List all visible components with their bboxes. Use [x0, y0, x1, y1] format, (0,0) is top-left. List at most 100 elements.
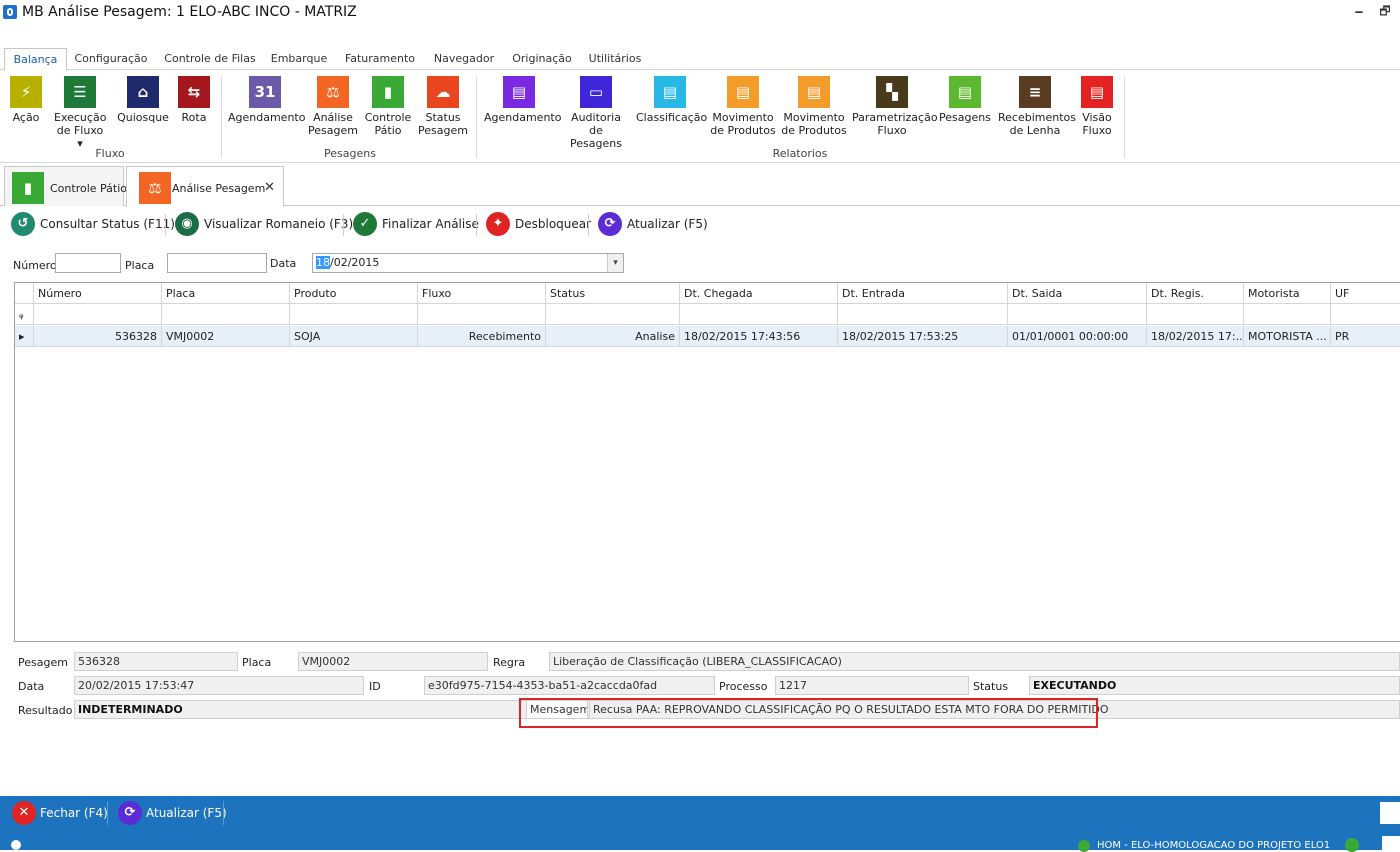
refresh-icon: ↺ — [11, 212, 35, 236]
group-divider — [221, 76, 222, 158]
ribbon-button-label: Movimento — [712, 111, 774, 124]
column-header[interactable]: Dt. Regis. — [1147, 283, 1244, 304]
column-filter-cell[interactable] — [290, 304, 418, 325]
desbloquear-button[interactable]: ✦ Desbloquear — [486, 212, 591, 236]
ribbon-button-pesagens-3[interactable]: ☁ Status Pesagem — [418, 76, 468, 137]
close-icon[interactable]: ✕ — [264, 180, 275, 195]
column-header[interactable]: Dt. Saida — [1008, 283, 1147, 304]
toolbar-divider — [476, 214, 477, 236]
data-detail-label: Data — [18, 680, 45, 693]
table-cell[interactable]: Analise — [546, 326, 680, 347]
tab-faturamento[interactable]: Faturamento — [343, 48, 417, 70]
doc-tab-analise-pesagem[interactable]: ⚖ Análise Pesagem ✕ — [126, 166, 284, 207]
icon-glyph: ▤ — [662, 83, 678, 101]
tab-navegador[interactable]: Navegador — [430, 48, 498, 70]
doc-tab-controle-patio[interactable]: ▮ Controle Pátio — [4, 166, 127, 206]
tab-utilitarios[interactable]: Utilitários — [587, 48, 643, 70]
ribbon-button-pesagens-0[interactable]: 31 Agendamento — [228, 76, 305, 124]
column-header[interactable]: Motorista — [1244, 283, 1331, 304]
chevron-down-icon[interactable]: ▾ — [607, 254, 623, 272]
ribbon-button-relatorios-6[interactable]: ▤ Pesagens — [938, 76, 992, 124]
tab-originacao[interactable]: Originação — [510, 48, 574, 70]
icon-glyph: ▭ — [588, 83, 604, 101]
button-label: Consultar Status (F11) — [40, 217, 175, 231]
row-marker-icon: ▸ — [15, 326, 34, 347]
lightning-icon: ⚡ — [10, 76, 42, 108]
column-filter-cell[interactable] — [1331, 304, 1400, 325]
consultar-status-button[interactable]: ↺ Consultar Status (F11) — [11, 212, 175, 236]
checker-icon: ▚ — [876, 76, 908, 108]
column-header[interactable]: Fluxo — [418, 283, 546, 304]
ribbon-button-label: Status — [425, 111, 461, 124]
ribbon-button-relatorios-4[interactable]: ▤ Movimento de Produtos — [780, 76, 848, 137]
table-cell[interactable]: MOTORISTA ... — [1244, 326, 1331, 347]
filter-icon[interactable]: ᵩ — [15, 304, 34, 325]
icon-glyph: ≡ — [1028, 83, 1042, 101]
column-filter-cell[interactable] — [1244, 304, 1331, 325]
column-header[interactable]: UF — [1331, 283, 1400, 304]
column-filter-cell[interactable] — [418, 304, 546, 325]
atualizar-button[interactable]: ⟳ Atualizar (F5) — [598, 212, 708, 236]
ribbon-button-pesagens-1[interactable]: ⚖ Análise Pesagem — [308, 76, 358, 137]
document-orange-icon: ▤ — [727, 76, 759, 108]
ribbon-button-label: Análise — [313, 111, 353, 124]
column-filter-cell[interactable] — [162, 304, 290, 325]
tab-embarque[interactable]: Embarque — [268, 48, 330, 70]
environment-status: HOM - ELO-HOMOLOGACAO DO PROJETO ELO1 — [1097, 840, 1331, 851]
table-cell[interactable]: VMJ0002 — [162, 326, 290, 347]
date-rest: /02/2015 — [330, 256, 380, 269]
tab-balanca[interactable]: Balança — [4, 48, 67, 71]
ribbon-button-fluxo-2[interactable]: ⌂ Quiosque — [116, 76, 170, 124]
user-icon — [1078, 840, 1090, 852]
numero-input[interactable] — [55, 253, 121, 273]
table-cell[interactable]: 18/02/2015 17:... — [1147, 326, 1244, 347]
ribbon-button-label-line2: Pesagem — [308, 124, 358, 137]
ribbon-button-label: Classificação — [636, 111, 708, 124]
table-cell[interactable]: 01/01/0001 00:00:00 — [1008, 326, 1147, 347]
bar-widget[interactable] — [1380, 802, 1400, 824]
icon-glyph: ▚ — [886, 83, 898, 101]
minimize-icon[interactable]: 🗕 — [1352, 4, 1366, 18]
ribbon-button-relatorios-8[interactable]: ▤ Visão Fluxo — [1078, 76, 1116, 137]
ribbon-button-relatorios-3[interactable]: ▤ Movimento de Produtos — [710, 76, 776, 137]
table-cell[interactable]: 18/02/2015 17:53:25 — [838, 326, 1008, 347]
ribbon-button-label-line2: de Lenha — [1009, 124, 1061, 137]
ribbon-button-pesagens-2[interactable]: ▮ Controle Pátio — [364, 76, 412, 137]
tab-controle-de-filas[interactable]: Controle de Filas — [160, 48, 260, 70]
column-filter-cell[interactable] — [680, 304, 838, 325]
ribbon-button-fluxo-1[interactable]: ☰ Execução de Fluxo ▾ — [54, 76, 106, 150]
table-cell[interactable]: PR — [1331, 326, 1400, 347]
table-cell[interactable]: SOJA — [290, 326, 418, 347]
ribbon-button-relatorios-0[interactable]: ▤ Agendamento — [484, 76, 561, 124]
column-filter-cell[interactable] — [838, 304, 1008, 325]
visualizar-romaneio-button[interactable]: ◉ Visualizar Romaneio (F3) — [175, 212, 353, 236]
finalizar-analise-button[interactable]: ✓ Finalizar Análise — [353, 212, 479, 236]
column-header[interactable]: Número — [34, 283, 162, 304]
tab-configuracao[interactable]: Configuração — [72, 48, 150, 70]
table-cell[interactable]: 536328 — [34, 326, 162, 347]
column-header[interactable]: Placa — [162, 283, 290, 304]
ribbon-button-relatorios-2[interactable]: ▤ Classificação — [636, 76, 708, 124]
column-filter-cell[interactable] — [34, 304, 162, 325]
column-filter-cell[interactable] — [1147, 304, 1244, 325]
data-date-picker[interactable]: 18/02/2015 ▾ — [312, 253, 624, 273]
ribbon-button-relatorios-5[interactable]: ▚ Parametrização Fluxo — [852, 76, 938, 137]
ribbon: ⚡ Ação ☰ Execução de Fluxo ▾ ⌂ Quiosque ⇆ Rota 31… — [0, 70, 1400, 163]
column-header[interactable]: Produto — [290, 283, 418, 304]
atualizar-bottom-button[interactable]: ⟳ Atualizar (F5) — [118, 801, 227, 825]
ribbon-button-relatorios-7[interactable]: ≡ Recebimentos de Lenha — [998, 76, 1076, 137]
fechar-button[interactable]: ✕ Fechar (F4) — [12, 801, 108, 825]
placa-input[interactable] — [167, 253, 267, 273]
ribbon-button-relatorios-1[interactable]: ▭ Auditoria de Pesagens — [562, 76, 630, 150]
restore-icon[interactable]: 🗗 — [1378, 4, 1392, 18]
column-filter-cell[interactable] — [546, 304, 680, 325]
table-cell[interactable]: 18/02/2015 17:43:56 — [680, 326, 838, 347]
column-header[interactable]: Dt. Chegada — [680, 283, 838, 304]
column-header[interactable]: Status — [546, 283, 680, 304]
column-header[interactable]: Dt. Entrada — [838, 283, 1008, 304]
table-cell[interactable]: Recebimento — [418, 326, 546, 347]
column-filter-cell[interactable] — [1008, 304, 1147, 325]
ribbon-button-fluxo-0[interactable]: ⚡ Ação — [2, 76, 50, 124]
numero-label: Número — [13, 259, 57, 272]
ribbon-button-fluxo-3[interactable]: ⇆ Rota — [172, 76, 216, 124]
